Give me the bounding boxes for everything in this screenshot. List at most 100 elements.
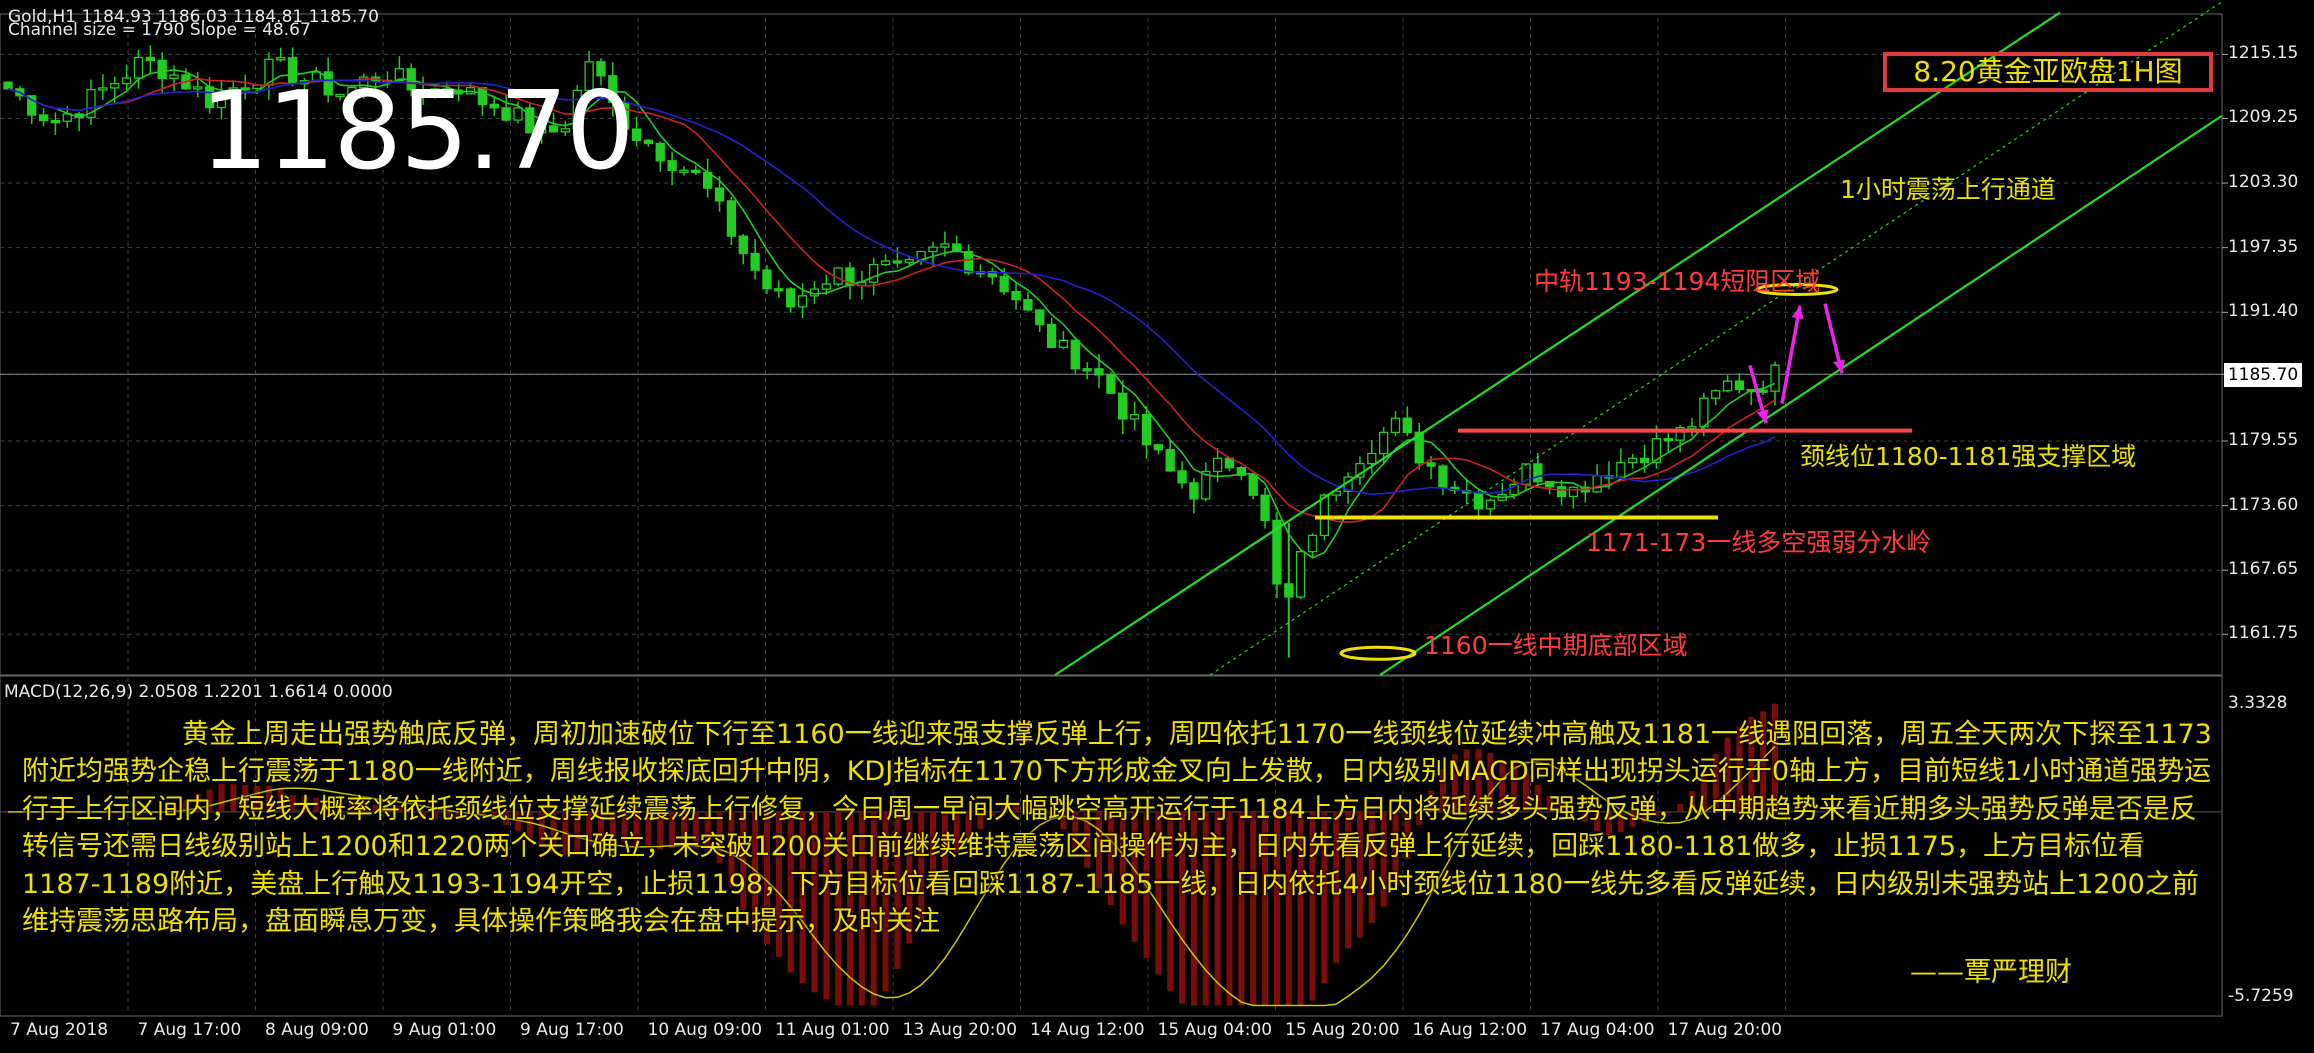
channel-header: Channel size = 1790 Slope = 48.67	[8, 20, 311, 40]
x-tick-label: 14 Aug 12:00	[1030, 1020, 1145, 1040]
candle-body	[3, 81, 13, 90]
x-tick-label: 8 Aug 09:00	[265, 1020, 369, 1040]
candle-body	[1058, 339, 1069, 349]
candle-body	[1011, 291, 1021, 301]
candle-body	[1070, 339, 1080, 370]
candle-body	[1260, 494, 1270, 522]
candle-body	[1592, 475, 1602, 493]
candle-body	[999, 276, 1009, 293]
x-tick-label: 13 Aug 20:00	[902, 1020, 1018, 1040]
candle-body	[667, 160, 677, 172]
x-tick-label: 17 Aug 04:00	[1540, 1020, 1655, 1040]
resistance-label: 中轨1193-1194短阻区域	[1534, 267, 1821, 296]
candle-body	[892, 260, 903, 264]
candle-body	[1663, 438, 1673, 442]
candle-body	[691, 169, 701, 174]
candle-body	[1687, 426, 1697, 430]
candle-body	[631, 128, 642, 141]
x-tick-label: 15 Aug 20:00	[1285, 1020, 1400, 1040]
candle-body	[1118, 392, 1128, 420]
candle-body	[1248, 474, 1258, 496]
neckline-label: 颈线位1180-1181强支撑区域	[1800, 442, 2137, 471]
candle-body	[1473, 492, 1484, 510]
candle-body	[1023, 298, 1033, 311]
candle-body	[880, 260, 891, 266]
candle-body	[643, 139, 654, 145]
macd-tick-label: 3.3328	[2228, 693, 2288, 714]
candle-body	[1189, 482, 1199, 500]
y-tick-label: 1209.25	[2228, 107, 2299, 128]
candle-body	[38, 114, 49, 122]
channel-upper-line	[1054, 11, 2061, 676]
y-tick-label: 1173.60	[2228, 494, 2299, 515]
candle-body	[1758, 389, 1768, 393]
candle-body	[928, 246, 938, 253]
candle-body	[679, 169, 689, 173]
candle-body	[1319, 494, 1330, 537]
last-price-tag: 1185.70	[2224, 363, 2302, 388]
x-tick-label: 7 Aug 2018	[10, 1020, 109, 1040]
candle-body	[133, 56, 144, 79]
candle-body	[821, 283, 831, 290]
candle-body	[904, 259, 914, 264]
candle-body	[1367, 452, 1377, 465]
candle-body	[1106, 374, 1116, 394]
y-tick-label: 1161.75	[2228, 623, 2299, 644]
candle-body	[1046, 323, 1057, 349]
candle-body	[169, 74, 179, 79]
arrow-up	[1780, 305, 1802, 404]
x-tick-label: 9 Aug 01:00	[392, 1020, 497, 1040]
candle-body	[1212, 457, 1223, 473]
candle-body	[750, 252, 760, 271]
candle-body	[1426, 462, 1436, 467]
candle-body	[786, 288, 796, 308]
candle-body	[1616, 461, 1626, 478]
candle-body	[50, 119, 61, 124]
candle-body	[1770, 364, 1780, 392]
candle-body	[726, 200, 737, 237]
candle-body	[1094, 368, 1104, 376]
candle-body	[1141, 414, 1152, 446]
candle-body	[1722, 380, 1733, 392]
commentary-paragraph: 黄金上周走出强势触底反弹，周初加速破位下行至1160一线迎来强支撑反弹上行，周四…	[22, 719, 2212, 938]
y-tick-label: 1167.65	[2228, 559, 2299, 580]
x-tick-label: 11 Aug 01:00	[775, 1020, 890, 1040]
candle-body	[1438, 465, 1448, 488]
y-tick-label: 1215.15	[2228, 43, 2299, 64]
candle-body	[714, 187, 725, 202]
bottom-label: 1160一线中期底部区域	[1424, 631, 1688, 660]
x-tick-label: 15 Aug 04:00	[1157, 1020, 1273, 1040]
candle-body	[145, 56, 155, 62]
candle-body	[940, 243, 950, 248]
candle-body	[1639, 457, 1650, 463]
macd-tick-label: -5.7259	[2228, 985, 2294, 1006]
candle-body	[1533, 463, 1543, 483]
signature: ——覃严理财	[1910, 957, 2072, 988]
big-price-display: 1185.70	[200, 69, 635, 194]
channel-label: 1小时震荡上行通道	[1840, 175, 2056, 204]
candle-body	[276, 57, 286, 61]
x-tick-label: 9 Aug 17:00	[520, 1020, 624, 1040]
candle-body	[1699, 397, 1709, 428]
candle-body	[1556, 486, 1567, 498]
candle-body	[738, 235, 748, 255]
channel-lower-line	[1379, 114, 2223, 676]
candle-body	[1734, 380, 1745, 391]
x-tick-label: 16 Aug 12:00	[1412, 1020, 1528, 1040]
candle-body	[762, 269, 772, 290]
candle-body	[1177, 470, 1187, 484]
candle-body	[1711, 390, 1721, 399]
candle-body	[797, 295, 808, 308]
divide-label: 1171-173一线多空强弱分水岭	[1586, 528, 1932, 557]
candle-body	[1402, 417, 1413, 433]
candle-body	[157, 59, 167, 79]
y-tick-label: 1191.40	[2228, 301, 2299, 322]
macd-label: MACD(12,26,9) 2.0508 1.2201 1.6614 0.000…	[4, 682, 393, 702]
chart-title-box: 8.20黄金亚欧盘1H图	[1883, 52, 2213, 92]
candle-body	[1390, 417, 1401, 434]
candle-body	[1165, 449, 1175, 472]
candle-body	[98, 87, 108, 91]
candle-body	[1129, 414, 1140, 420]
candle-body	[121, 77, 132, 85]
candle-body	[1035, 309, 1045, 326]
